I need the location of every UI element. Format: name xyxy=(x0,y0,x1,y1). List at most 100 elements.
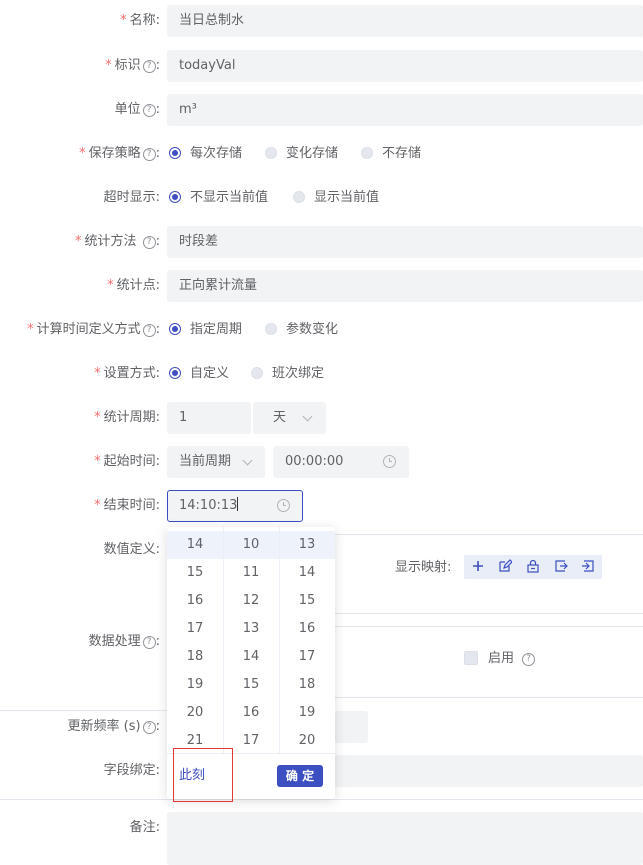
hours-column[interactable]: 14 15 16 17 18 19 20 21 xyxy=(167,531,223,755)
second-option[interactable]: 19 xyxy=(279,699,335,727)
help-icon[interactable]: ? xyxy=(522,653,536,666)
stat-period-unit-select[interactable]: 天 xyxy=(253,402,326,434)
timeout-display-row: 超时显示: 不显示当前值 显示当前值 xyxy=(0,182,643,214)
minute-option[interactable]: 13 xyxy=(223,615,279,643)
hour-option[interactable]: 14 xyxy=(167,531,223,559)
data-process-label: 数据处理?: xyxy=(88,634,160,649)
stat-period-row: * 统计周期: 1 天 xyxy=(0,402,643,434)
stat-period-label: * 统计周期: xyxy=(94,410,160,425)
minute-option[interactable]: 14 xyxy=(223,643,279,671)
highlight-box xyxy=(173,748,233,802)
second-option[interactable]: 17 xyxy=(279,643,335,671)
timeout-display-label: 超时显示: xyxy=(103,190,160,205)
hour-option[interactable]: 17 xyxy=(167,615,223,643)
help-icon[interactable]: ? xyxy=(142,60,156,73)
lock-icon[interactable] xyxy=(519,555,546,579)
radio-save-change[interactable]: 变化存储 xyxy=(265,138,338,170)
help-icon[interactable]: ? xyxy=(142,236,156,249)
radio-fixed-period[interactable]: 指定周期 xyxy=(169,314,242,346)
second-option[interactable]: 20 xyxy=(279,727,335,755)
radio-save-every[interactable]: 每次存储 xyxy=(169,138,242,170)
stat-method-row: * 统计方法 ?: 时段差 xyxy=(0,226,643,258)
name-input[interactable]: 当日总制水 xyxy=(167,5,643,37)
second-option[interactable]: 15 xyxy=(279,587,335,615)
hour-option[interactable]: 19 xyxy=(167,671,223,699)
minutes-column[interactable]: 10 11 12 13 14 15 16 17 xyxy=(223,531,279,755)
minute-option[interactable]: 10 xyxy=(223,531,279,559)
second-option[interactable]: 16 xyxy=(279,615,335,643)
radio-hide-current[interactable]: 不显示当前值 xyxy=(169,182,268,214)
radio-dot-icon xyxy=(169,367,181,379)
enable-label: 启用? xyxy=(488,649,536,669)
radio-dot-icon xyxy=(293,191,305,203)
unit-row: 单位?: m³ xyxy=(0,94,643,126)
stat-point-select[interactable]: 正向累计流量 xyxy=(167,270,643,302)
radio-dot-icon xyxy=(169,147,181,159)
help-icon[interactable]: ? xyxy=(142,721,156,734)
help-icon[interactable]: ? xyxy=(142,148,156,161)
minute-option[interactable]: 15 xyxy=(223,671,279,699)
end-time-row: * 结束时间: 14:10:13 xyxy=(0,490,643,522)
identifier-input[interactable]: todayVal xyxy=(167,50,643,82)
stat-period-input[interactable]: 1 xyxy=(167,402,251,434)
divider xyxy=(335,626,643,627)
remark-row: 备注: xyxy=(0,812,643,865)
hour-option[interactable]: 15 xyxy=(167,559,223,587)
clock-icon xyxy=(277,499,290,512)
radio-custom[interactable]: 自定义 xyxy=(169,358,229,390)
minute-option[interactable]: 12 xyxy=(223,587,279,615)
import-icon[interactable] xyxy=(574,555,601,579)
stat-method-label: * 统计方法 ?: xyxy=(74,234,160,249)
identifier-row: * 标识?: todayVal xyxy=(0,50,643,82)
radio-dot-icon xyxy=(361,147,373,159)
remark-textarea[interactable] xyxy=(167,812,643,865)
second-option[interactable]: 14 xyxy=(279,559,335,587)
help-icon[interactable]: ? xyxy=(142,324,156,337)
start-time-row: * 起始时间: 当前周期 00:00:00 xyxy=(0,446,643,478)
radio-param-change[interactable]: 参数变化 xyxy=(265,314,338,346)
calc-time-label: * 计算时间定义方式?: xyxy=(27,322,160,337)
second-option[interactable]: 18 xyxy=(279,671,335,699)
start-time-label: * 起始时间: xyxy=(94,454,160,469)
minute-option[interactable]: 16 xyxy=(223,699,279,727)
set-mode-row: * 设置方式: 自定义 班次绑定 xyxy=(0,358,643,390)
stat-point-label: * 统计点: xyxy=(107,278,160,293)
value-def-label: 数值定义: xyxy=(103,542,160,557)
enable-checkbox[interactable] xyxy=(464,651,478,665)
confirm-button[interactable]: 确 定 xyxy=(277,765,323,787)
set-mode-label: * 设置方式: xyxy=(94,366,160,381)
radio-dot-icon xyxy=(169,323,181,335)
update-freq-input[interactable] xyxy=(335,711,368,743)
identifier-label: * 标识?: xyxy=(105,58,160,73)
minute-option[interactable]: 11 xyxy=(223,559,279,587)
hour-option[interactable]: 20 xyxy=(167,699,223,727)
hour-option[interactable]: 16 xyxy=(167,587,223,615)
help-icon[interactable]: ? xyxy=(142,636,156,649)
divider xyxy=(335,613,643,614)
radio-dot-icon xyxy=(169,191,181,203)
radio-save-none[interactable]: 不存储 xyxy=(361,138,421,170)
save-strategy-row: * 保存策略?: 每次存储 变化存储 不存储 xyxy=(0,138,643,170)
stat-method-select[interactable]: 时段差 xyxy=(167,226,643,258)
update-freq-label: 更新频率 (s)?: xyxy=(67,719,160,734)
name-label: * 名称: xyxy=(120,13,160,28)
hour-option[interactable]: 18 xyxy=(167,643,223,671)
help-icon[interactable]: ? xyxy=(142,104,156,117)
seconds-column[interactable]: 13 14 15 16 17 18 19 20 xyxy=(279,531,335,755)
divider xyxy=(335,534,643,535)
divider xyxy=(0,799,643,800)
field-binding-select[interactable] xyxy=(335,755,643,787)
divider xyxy=(335,697,643,698)
second-option[interactable]: 13 xyxy=(279,531,335,559)
end-time-label: * 结束时间: xyxy=(94,498,160,513)
radio-show-current[interactable]: 显示当前值 xyxy=(293,182,379,214)
unit-input[interactable]: m³ xyxy=(167,94,643,126)
edit-icon[interactable] xyxy=(491,555,518,579)
export-icon[interactable] xyxy=(547,555,574,579)
display-map-label: 显示映射: xyxy=(395,560,452,575)
name-row: * 名称: 当日总制水 xyxy=(0,5,643,37)
plus-icon[interactable] xyxy=(464,555,491,579)
calc-time-row: * 计算时间定义方式?: 指定周期 参数变化 xyxy=(0,314,643,346)
display-map-toolbar xyxy=(464,555,602,579)
radio-shift-binding[interactable]: 班次绑定 xyxy=(251,358,324,390)
